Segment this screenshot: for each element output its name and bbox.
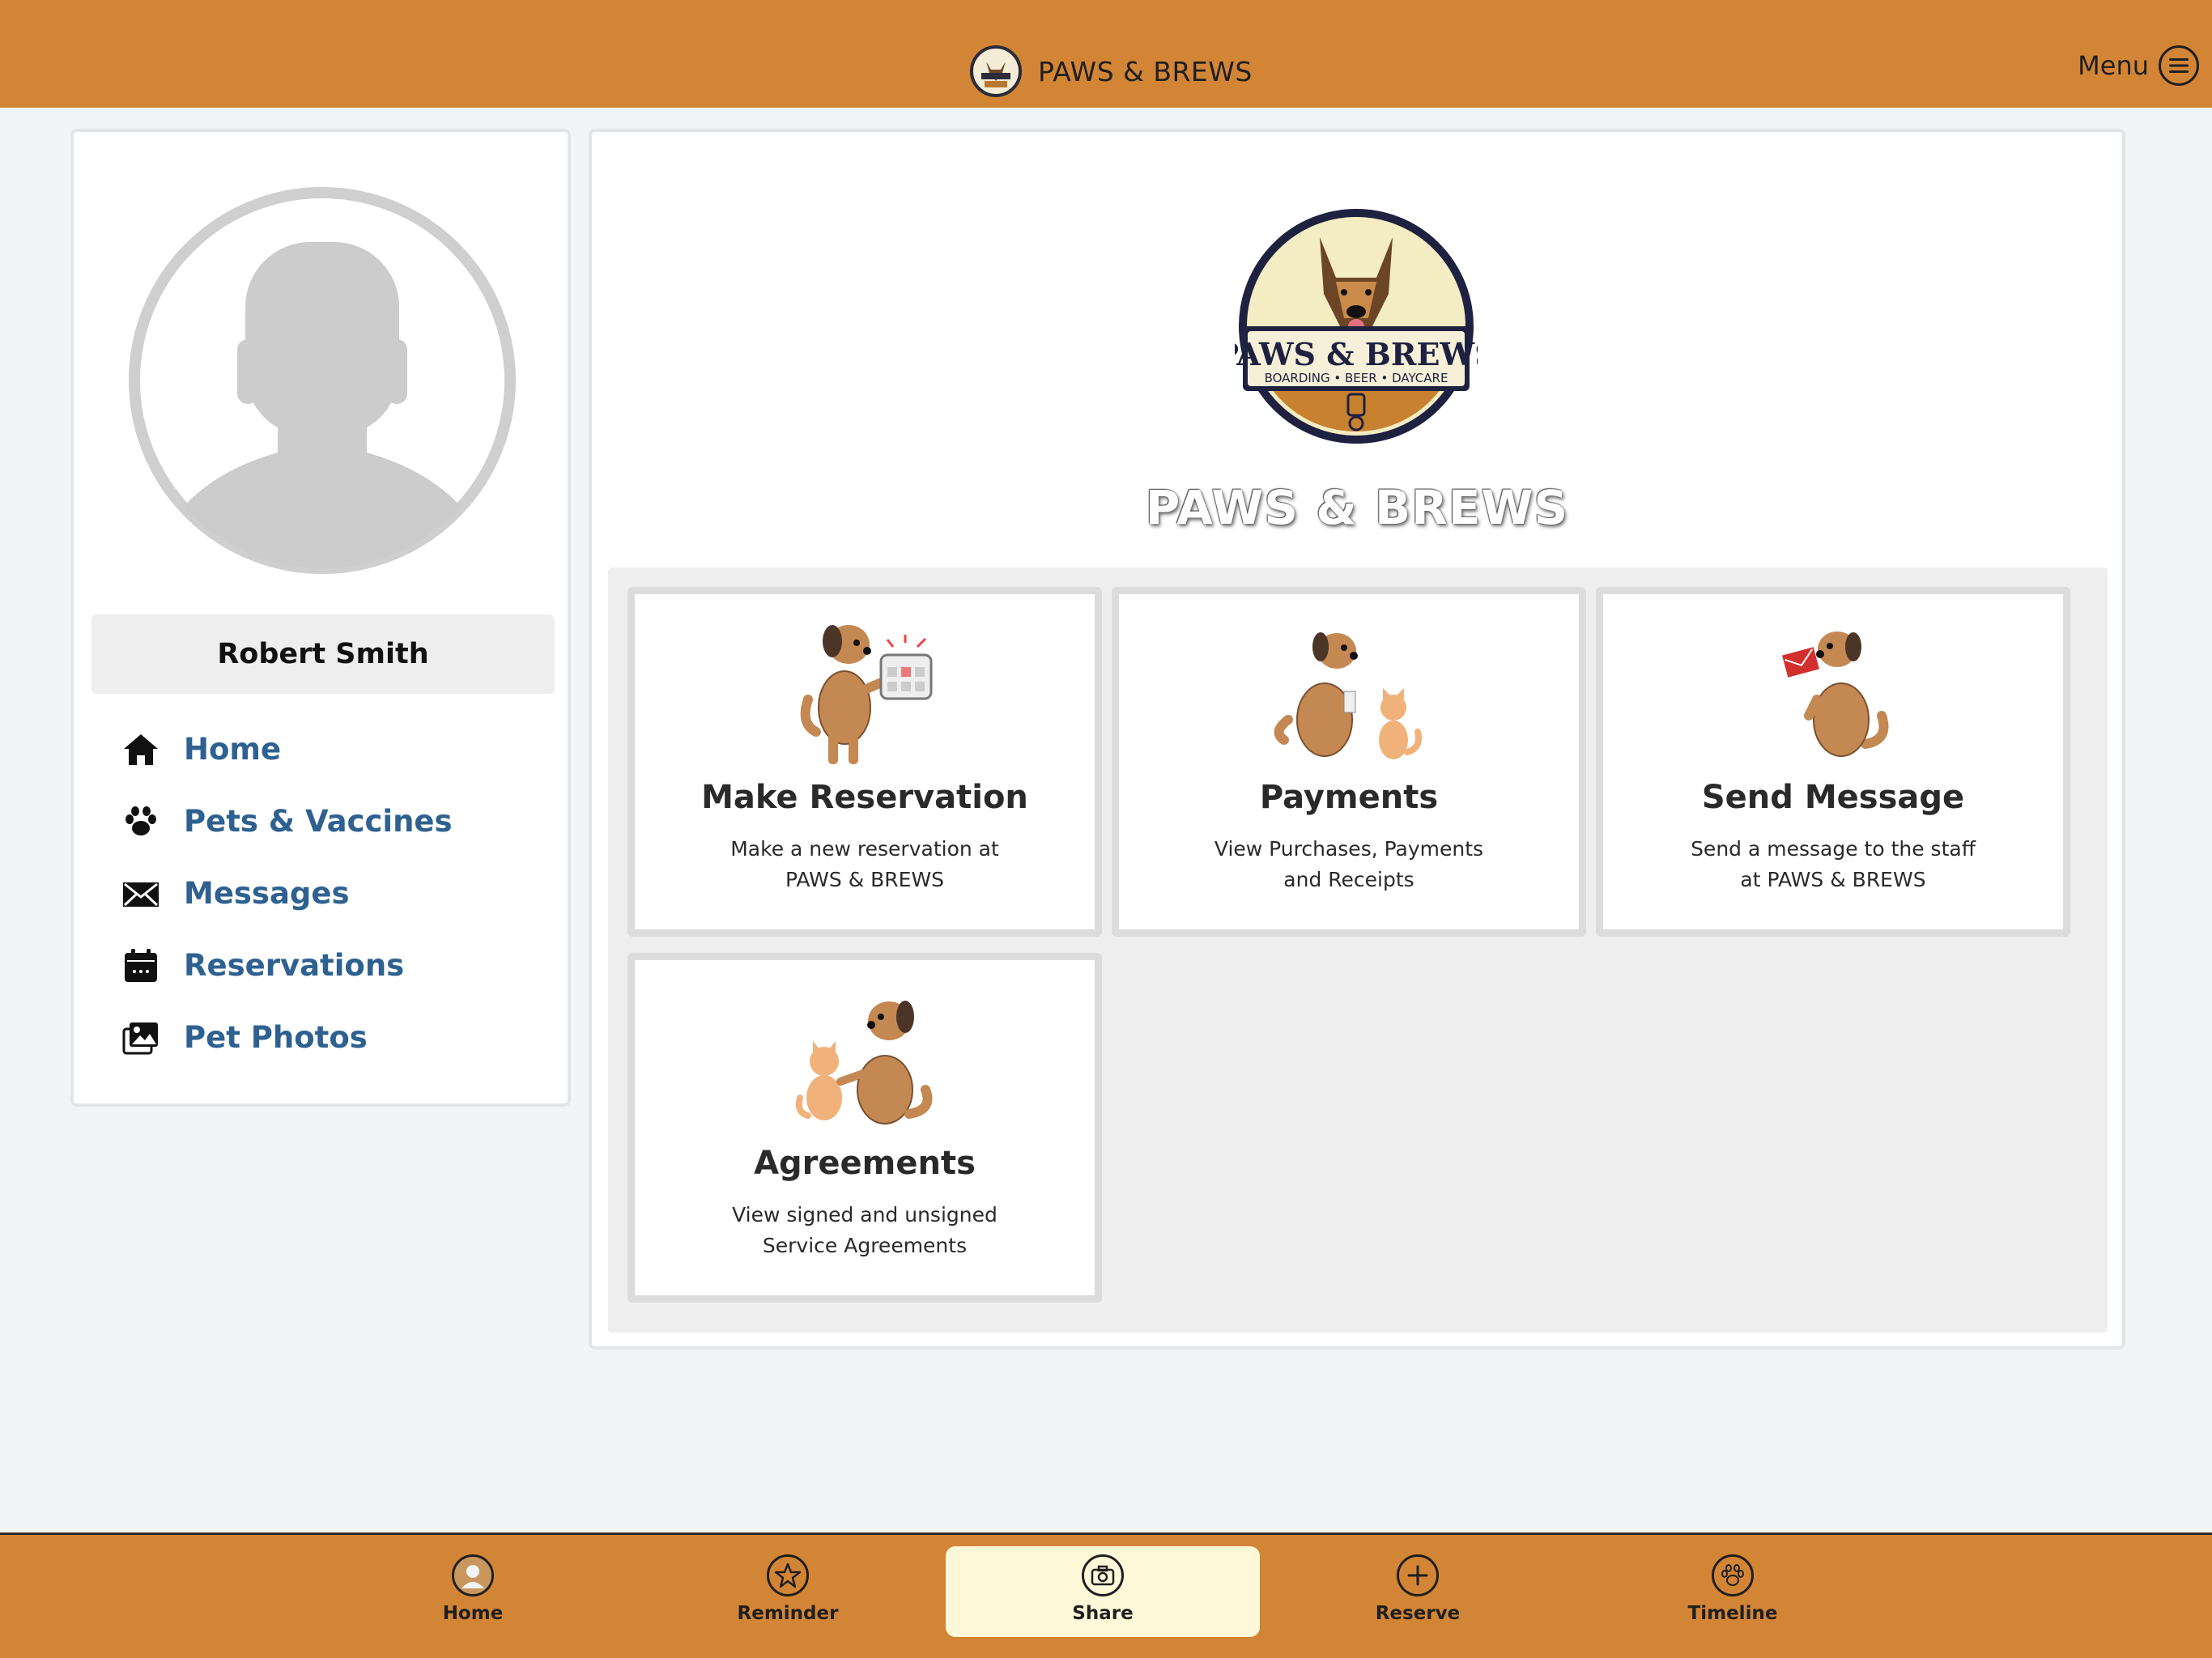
- user-name: Robert Smith: [217, 638, 429, 670]
- sidebar-item-reservations[interactable]: Reservations: [122, 929, 543, 1001]
- home-icon: [122, 731, 160, 768]
- hero-title: PAWS & BREWS: [1145, 480, 1569, 535]
- profile-sidebar: Robert Smith Home Pets & Vaccines Messag…: [70, 129, 571, 1107]
- make-reservation-tile[interactable]: Make Reservation Make a new reservation …: [627, 587, 1102, 937]
- envelope-icon: [122, 875, 160, 912]
- tile-title: Send Message: [1701, 779, 1965, 816]
- sidebar-item-label: Messages: [184, 876, 350, 911]
- tab-label: Reminder: [737, 1603, 839, 1624]
- brand-logo-icon: [970, 45, 1022, 97]
- menu-button[interactable]: Menu: [2078, 45, 2199, 86]
- sidebar-item-label: Pets & Vaccines: [184, 804, 453, 839]
- logo-brand-text: PAWS & BREWS: [1235, 336, 1478, 372]
- sidebar-item-pet-photos[interactable]: Pet Photos: [122, 1001, 543, 1073]
- sidebar-item-label: Home: [184, 732, 282, 767]
- tab-home[interactable]: Home: [316, 1546, 630, 1637]
- logo-tagline-text: BOARDING • BEER • DAYCARE: [1265, 371, 1448, 385]
- paw-icon: [122, 803, 160, 840]
- sidebar-item-label: Pet Photos: [184, 1020, 368, 1055]
- dog-letter-illustration-icon: [1603, 610, 2063, 772]
- calendar-icon: [122, 947, 160, 984]
- tab-label: Timeline: [1687, 1603, 1778, 1624]
- avatar-placeholder-icon: [129, 187, 516, 574]
- tile-description: Send a message to the staff at PAWS & BR…: [1691, 837, 1976, 891]
- plus-icon: [1397, 1554, 1439, 1596]
- paw-icon: [1712, 1554, 1754, 1596]
- send-message-tile[interactable]: Send Message Send a message to the staff…: [1596, 587, 2070, 937]
- tab-reserve[interactable]: Reserve: [1261, 1546, 1575, 1637]
- tile-description: Make a new reservation at PAWS & BREWS: [730, 837, 999, 891]
- dog-calendar-illustration-icon: [635, 610, 1095, 772]
- sidebar-item-pets-vaccines[interactable]: Pets & Vaccines: [122, 785, 543, 857]
- paws-brews-logo: PAWS & BREWS BOARDING • BEER • DAYCARE: [1215, 205, 1497, 448]
- tile-description: View Purchases, Payments and Receipts: [1214, 837, 1484, 891]
- tile-title: Agreements: [754, 1145, 976, 1182]
- tile-title: Payments: [1259, 779, 1439, 816]
- dog-cat-handshake-illustration-icon: [635, 976, 1095, 1138]
- tab-label: Home: [442, 1603, 504, 1624]
- agreements-tile[interactable]: Agreements View signed and unsigned Serv…: [627, 953, 1102, 1303]
- sidebar-item-messages[interactable]: Messages: [122, 857, 543, 929]
- star-icon: [767, 1554, 809, 1596]
- bottom-nav: Home Reminder Share Reserve Timeline: [0, 1533, 2212, 1658]
- sidebar-item-label: Reservations: [184, 948, 405, 983]
- tab-share[interactable]: Share: [946, 1546, 1260, 1637]
- sidebar-item-home[interactable]: Home: [122, 713, 543, 785]
- tab-label: Share: [1072, 1603, 1134, 1624]
- menu-label: Menu: [2078, 50, 2149, 81]
- top-bar: PAWS & BREWS Menu: [0, 0, 2212, 108]
- user-name-box: Robert Smith: [91, 614, 555, 694]
- tab-reminder[interactable]: Reminder: [631, 1546, 945, 1637]
- brand[interactable]: PAWS & BREWS: [970, 40, 1253, 102]
- brand-title: PAWS & BREWS: [1038, 55, 1253, 87]
- sidebar-nav: Home Pets & Vaccines Messages Reservatio…: [122, 713, 543, 1073]
- tab-label: Reserve: [1375, 1603, 1461, 1624]
- hamburger-icon: [2159, 45, 2199, 86]
- main-panel: PAWS & BREWS BOARDING • BEER • DAYCARE P…: [589, 129, 2125, 1350]
- dog-cat-payment-illustration-icon: [1119, 610, 1579, 772]
- user-icon: [452, 1554, 494, 1596]
- photos-icon: [122, 1019, 160, 1056]
- camera-icon: [1082, 1554, 1124, 1596]
- avatar[interactable]: [127, 185, 517, 576]
- tile-description: View signed and unsigned Service Agreeme…: [732, 1203, 998, 1257]
- action-tiles: Make Reservation Make a new reservation …: [608, 568, 2108, 1333]
- tile-title: Make Reservation: [701, 779, 1028, 816]
- tab-timeline[interactable]: Timeline: [1576, 1546, 1890, 1637]
- payments-tile[interactable]: Payments View Purchases, Payments and Re…: [1112, 587, 1586, 937]
